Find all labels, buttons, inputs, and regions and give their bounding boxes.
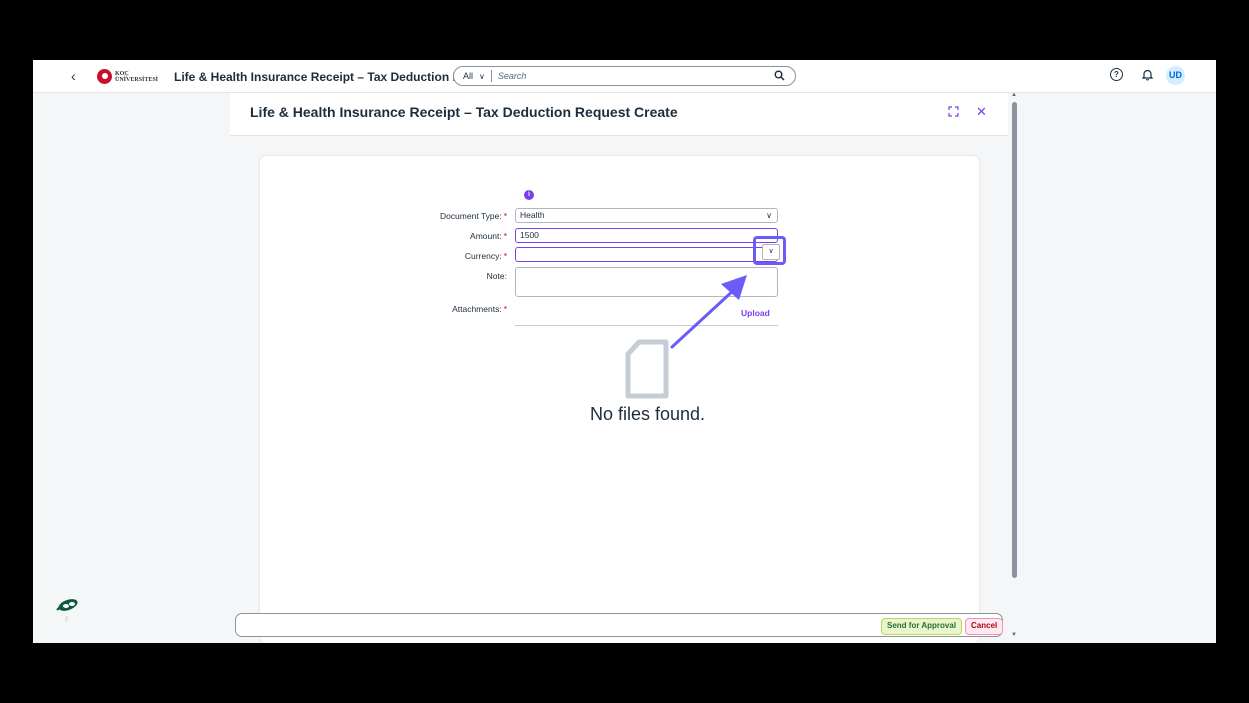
scroll-thumb[interactable]	[1012, 102, 1017, 578]
search-divider	[490, 70, 492, 82]
document-icon	[625, 339, 670, 404]
app-title: Life & Health Insurance Receipt – Tax De…	[174, 70, 486, 84]
chevron-down-icon[interactable]: ∨	[479, 72, 485, 81]
cancel-button[interactable]: Cancel	[965, 618, 1004, 635]
scroll-up-icon[interactable]: ▲	[1011, 92, 1017, 98]
note-label: Note:	[486, 271, 507, 281]
vertical-scrollbar[interactable]: ▲ ▼	[1011, 92, 1018, 641]
attachments-divider	[515, 325, 778, 326]
dialog-footer: Send for Approval Cancel	[235, 613, 1004, 637]
dialog-header: Life & Health Insurance Receipt – Tax De…	[230, 93, 1008, 136]
currency-dropdown-highlight: ∨	[753, 236, 786, 265]
fullscreen-icon[interactable]	[948, 106, 959, 120]
logo-text-line2: ÜNİVERSİTESİ	[115, 76, 159, 83]
chevron-down-icon[interactable]: ∨	[766, 209, 772, 222]
assistant-bot-icon[interactable]	[55, 596, 81, 631]
amount-label: Amount: *	[470, 231, 507, 241]
search-scope-select[interactable]: All	[454, 71, 479, 81]
send-for-approval-button[interactable]: Send for Approval	[881, 618, 963, 635]
logo-text: KOÇ ÜNİVERSİTESİ	[115, 71, 158, 83]
app-window: ‹ KOÇ ÜNİVERSİTESİ Life & Health Insuran…	[33, 60, 1216, 643]
user-avatar[interactable]: UD	[1166, 66, 1185, 85]
document-type-label: Document Type: *	[439, 211, 507, 221]
info-icon[interactable]: i	[524, 190, 534, 200]
form-card: i Document Type: * Health ∨ Amount: * 1500…	[260, 156, 979, 643]
currency-label: Currency: *	[464, 251, 507, 261]
close-icon[interactable]: ✕	[976, 104, 987, 120]
scroll-down-icon[interactable]: ▼	[1011, 632, 1017, 638]
search-input[interactable]: Search	[498, 71, 527, 81]
amount-value: 1500	[520, 230, 539, 240]
notification-bell-icon[interactable]	[1141, 69, 1154, 84]
koc-university-logo[interactable]: KOÇ ÜNİVERSİTESİ	[97, 69, 158, 84]
attachments-label: Attachments: *	[452, 304, 507, 314]
amount-input[interactable]: 1500	[515, 228, 778, 243]
document-type-select[interactable]: Health ∨	[515, 208, 778, 223]
help-icon[interactable]: ?	[1110, 68, 1123, 81]
document-type-value: Health	[520, 210, 545, 220]
note-textarea[interactable]	[515, 267, 778, 297]
upload-button[interactable]: Upload	[741, 308, 770, 318]
no-files-message: No files found.	[589, 404, 706, 424]
currency-chevron-down-icon[interactable]: ∨	[762, 244, 780, 260]
search-bar[interactable]: All ∨ Search	[453, 66, 796, 86]
currency-select[interactable]	[515, 247, 778, 262]
search-icon[interactable]	[774, 70, 785, 84]
app-title-menu[interactable]: Life & Health Insurance Receipt – Tax De…	[174, 70, 499, 84]
dialog-title: Life & Health Insurance Receipt – Tax De…	[250, 104, 678, 120]
logo-mark-icon	[97, 69, 112, 84]
back-chevron-icon[interactable]: ‹	[71, 68, 76, 84]
create-request-dialog: Life & Health Insurance Receipt – Tax De…	[230, 93, 1008, 643]
shell-bar: ‹ KOÇ ÜNİVERSİTESİ Life & Health Insuran…	[33, 60, 1216, 93]
